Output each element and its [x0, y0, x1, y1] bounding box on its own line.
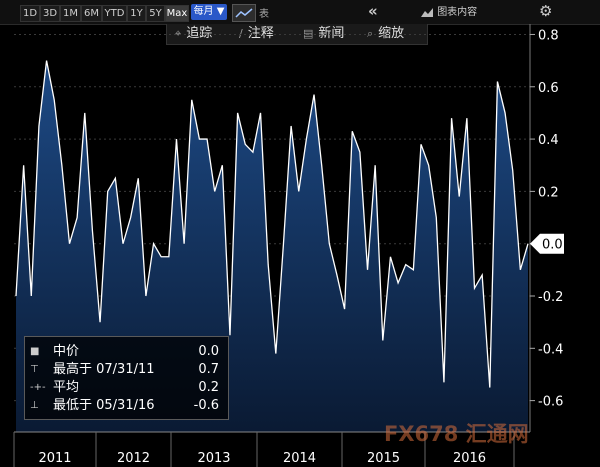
min-marker-icon: ⊥ [30, 400, 39, 411]
max-marker-icon: ⊤ [30, 364, 39, 375]
y-tick-label: -0.2 [538, 290, 563, 305]
x-tick-label: 2016 [453, 451, 486, 466]
y-tick-label: 0.2 [538, 185, 559, 200]
y-tick-label: -0.4 [538, 342, 563, 357]
legend-label: 最高于 07/31/11 [53, 362, 155, 377]
legend-row-high: ⊤ 最高于 07/31/11 0.7 [25, 361, 225, 379]
x-tick-label: 2011 [38, 451, 71, 466]
legend-label: 中价 [53, 344, 80, 359]
legend-value: 0.0 [198, 344, 219, 359]
watermark-logo: FX678 汇通网 [384, 422, 529, 446]
y-tick-label: 0.8 [538, 28, 559, 43]
legend-value: 0.7 [198, 362, 219, 377]
y-tick-label: -0.6 [538, 395, 563, 410]
legend-row-mid: ■ 中价 0.0 [25, 343, 225, 361]
last-value-marker: 0.0 [530, 233, 564, 254]
average-marker-icon: -+- [30, 382, 46, 393]
legend-row-low: ⊥ 最低于 05/31/16 -0.6 [25, 397, 225, 415]
x-tick-label: 2012 [117, 451, 150, 466]
legend-row-average: -+- 平均 0.2 [25, 379, 225, 397]
legend-value: 0.2 [198, 380, 219, 395]
last-value-label: 0.0 [542, 238, 563, 253]
x-tick-label: 2015 [367, 451, 400, 466]
legend-label: 平均 [53, 380, 80, 395]
y-axis: 0.8 0.6 0.4 0.2 0.0 -0.2 -0.4 -0.6 [529, 24, 563, 432]
square-icon: ■ [30, 346, 40, 357]
y-tick-label: 0.4 [538, 133, 559, 148]
legend-label: 最低于 05/31/16 [53, 398, 155, 413]
x-tick-label: 2013 [197, 451, 230, 466]
chart-legend: ■ 中价 0.0 ⊤ 最高于 07/31/11 0.7 -+- 平均 0.2 ⊥… [24, 336, 229, 420]
y-tick-label: 0.6 [538, 81, 559, 96]
x-tick-label: 2014 [283, 451, 316, 466]
legend-value: -0.6 [193, 398, 219, 413]
